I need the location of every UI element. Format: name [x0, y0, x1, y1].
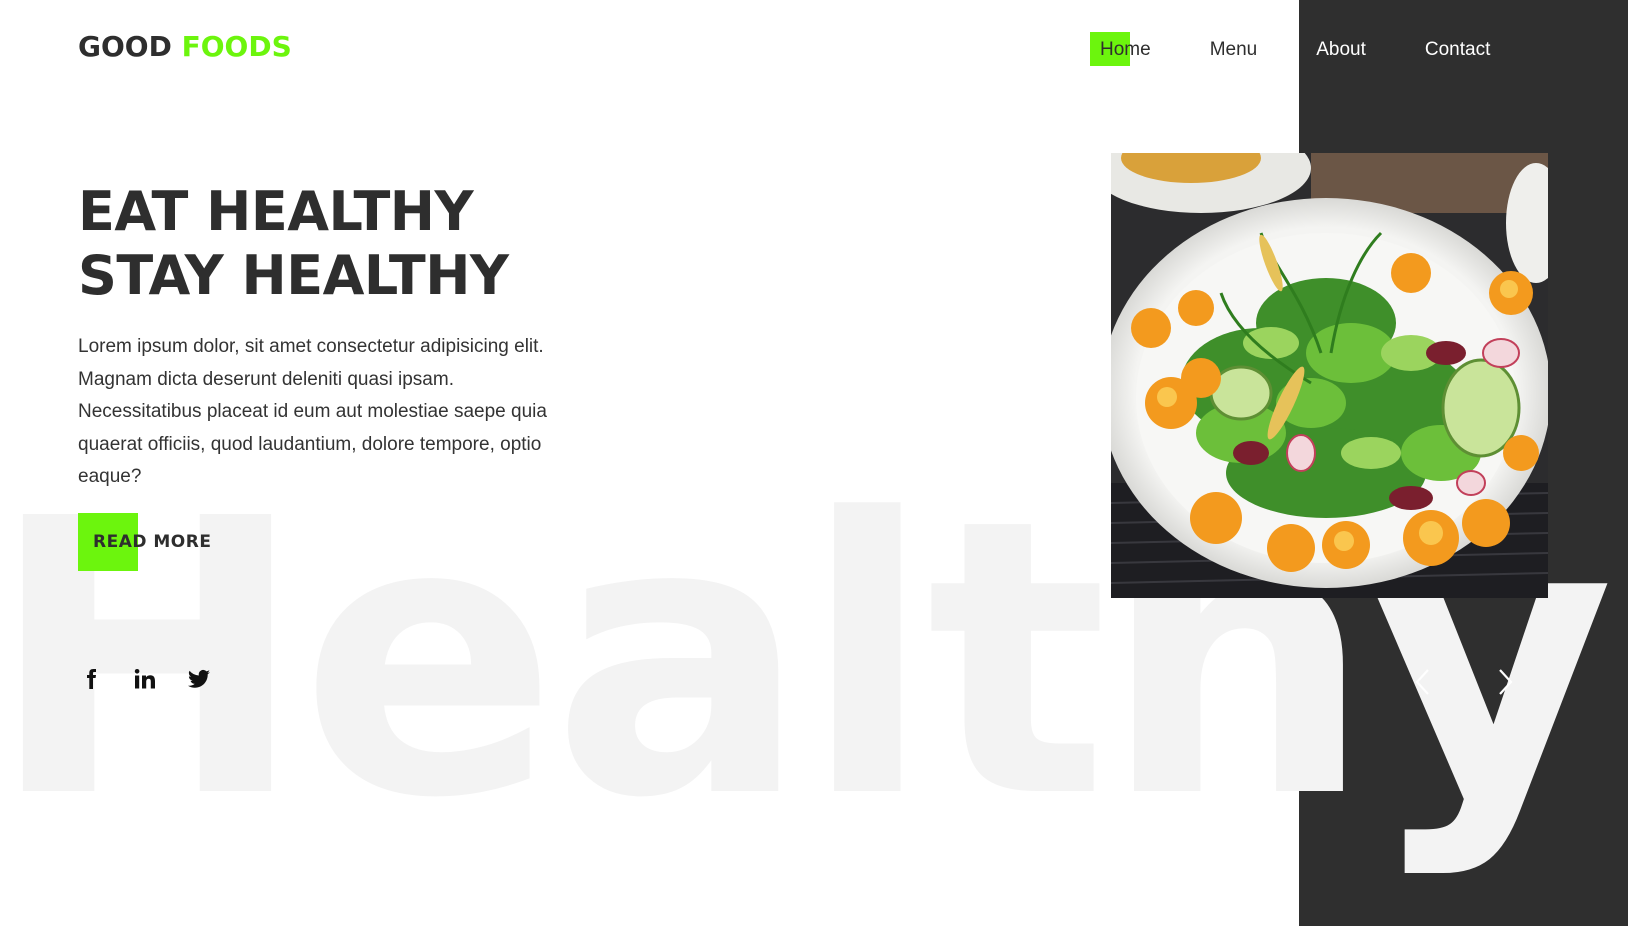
hero-title-line-1: EAT HEALTHY — [78, 180, 474, 243]
slider-next-button[interactable] — [1490, 665, 1520, 699]
linkedin-link[interactable] — [132, 666, 158, 692]
chevron-right-icon — [1499, 669, 1513, 695]
salad-hero-image — [1111, 153, 1548, 598]
nav-item-label: About — [1316, 39, 1366, 60]
hero-description: Lorem ipsum dolor, sit amet consectetur … — [78, 336, 547, 487]
landing-page: Healthy GOOD FOODS Home Menu About Conta… — [0, 0, 1628, 926]
nav-item-contact[interactable]: Contact — [1425, 36, 1490, 63]
nav-item-label: Menu — [1209, 39, 1258, 60]
nav-item-menu[interactable]: Menu — [1210, 36, 1258, 63]
nav-item-label: Contact — [1424, 39, 1491, 60]
read-more-label: READ MORE — [93, 532, 212, 552]
facebook-link[interactable] — [78, 666, 104, 692]
hero-title: EAT HEALTHY STAY HEALTHY — [78, 180, 509, 308]
salad-illustration — [1111, 153, 1548, 598]
logo-word-good: GOOD — [78, 30, 172, 63]
twitter-link[interactable] — [186, 666, 212, 692]
twitter-icon — [188, 669, 210, 688]
nav-item-home[interactable]: Home — [1090, 32, 1151, 66]
linkedin-icon — [134, 669, 155, 689]
chevron-left-icon — [1415, 669, 1429, 695]
logo-word-foods: FOODS — [181, 30, 292, 63]
facebook-icon — [87, 669, 96, 689]
social-links — [78, 666, 240, 692]
slider-prev-button[interactable] — [1408, 665, 1438, 699]
main-nav: Home Menu About Contact — [1090, 32, 1549, 66]
hero-title-line-2: STAY HEALTHY — [78, 244, 509, 307]
read-more-button[interactable]: READ MORE — [78, 513, 228, 571]
nav-item-label: Home — [1100, 39, 1151, 60]
nav-item-about[interactable]: About — [1316, 36, 1366, 63]
brand-logo[interactable]: GOOD FOODS — [78, 30, 292, 63]
